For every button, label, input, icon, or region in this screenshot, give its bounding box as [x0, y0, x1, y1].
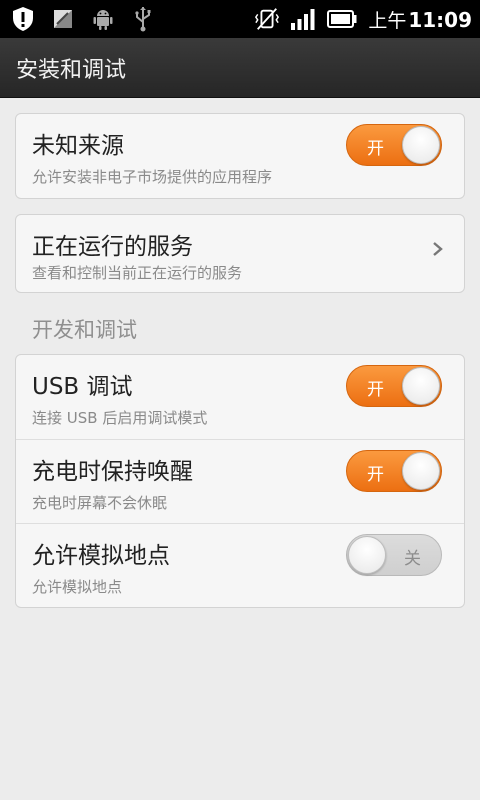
mock-locations-label: 允许模拟地点 [32, 543, 170, 569]
sd-card-icon [50, 6, 76, 32]
battery-icon [326, 6, 358, 32]
unknown-sources-row[interactable]: 未知来源 允许安装非电子市场提供的应用程序 开 [16, 114, 464, 198]
stay-awake-summary: 充电时屏幕不会休眠 [32, 494, 168, 512]
usb-icon [130, 6, 156, 32]
vibrate-off-icon [254, 6, 280, 32]
toggle-text: 开 [367, 465, 384, 485]
toggle-text: 开 [367, 380, 384, 400]
usb-debugging-summary: 连接 USB 后启用调试模式 [32, 409, 208, 427]
chevron-right-icon [430, 237, 446, 261]
toggle-knob [402, 367, 440, 405]
stay-awake-label: 充电时保持唤醒 [32, 459, 193, 485]
toggle-knob [348, 536, 386, 574]
toggle-knob [402, 452, 440, 490]
dev-options-card: USB 调试 连接 USB 后启用调试模式 开 充电时保持唤醒 充电时屏幕不会休… [15, 354, 465, 608]
mock-locations-toggle[interactable]: 关 [346, 534, 442, 576]
android-icon [90, 6, 116, 32]
running-services-card: 正在运行的服务 查看和控制当前正在运行的服务 [15, 214, 465, 293]
usb-debugging-row[interactable]: USB 调试 连接 USB 后启用调试模式 开 [16, 355, 464, 439]
mock-locations-row[interactable]: 允许模拟地点 允许模拟地点 关 [16, 523, 464, 607]
unknown-sources-toggle[interactable]: 开 [346, 124, 442, 166]
stay-awake-row[interactable]: 充电时保持唤醒 充电时屏幕不会休眠 开 [16, 439, 464, 523]
toggle-text: 关 [404, 549, 421, 569]
clock-ampm: 上午 [368, 9, 407, 32]
toggle-knob [402, 126, 440, 164]
unknown-sources-summary: 允许安装非电子市场提供的应用程序 [32, 168, 273, 186]
shield-alert-icon [10, 6, 36, 32]
clock: 上午 11:09 [368, 6, 472, 33]
unknown-sources-label: 未知来源 [32, 133, 124, 159]
toggle-text: 开 [367, 139, 384, 159]
clock-time: 11:09 [408, 7, 472, 32]
status-bar: 上午 11:09 [0, 0, 480, 38]
dev-section-title: 开发和调试 [32, 318, 137, 342]
page-title: 安装和调试 [16, 58, 127, 83]
signal-icon [290, 6, 316, 32]
usb-debugging-toggle[interactable]: 开 [346, 365, 442, 407]
title-bar: 安装和调试 [0, 38, 480, 98]
usb-debugging-label: USB 调试 [32, 374, 133, 400]
unknown-sources-card: 未知来源 允许安装非电子市场提供的应用程序 开 [15, 113, 465, 199]
stay-awake-toggle[interactable]: 开 [346, 450, 442, 492]
running-services-label: 正在运行的服务 [32, 234, 193, 260]
running-services-summary: 查看和控制当前正在运行的服务 [32, 264, 243, 282]
mock-locations-summary: 允许模拟地点 [32, 578, 123, 596]
running-services-row[interactable]: 正在运行的服务 查看和控制当前正在运行的服务 [16, 215, 464, 292]
